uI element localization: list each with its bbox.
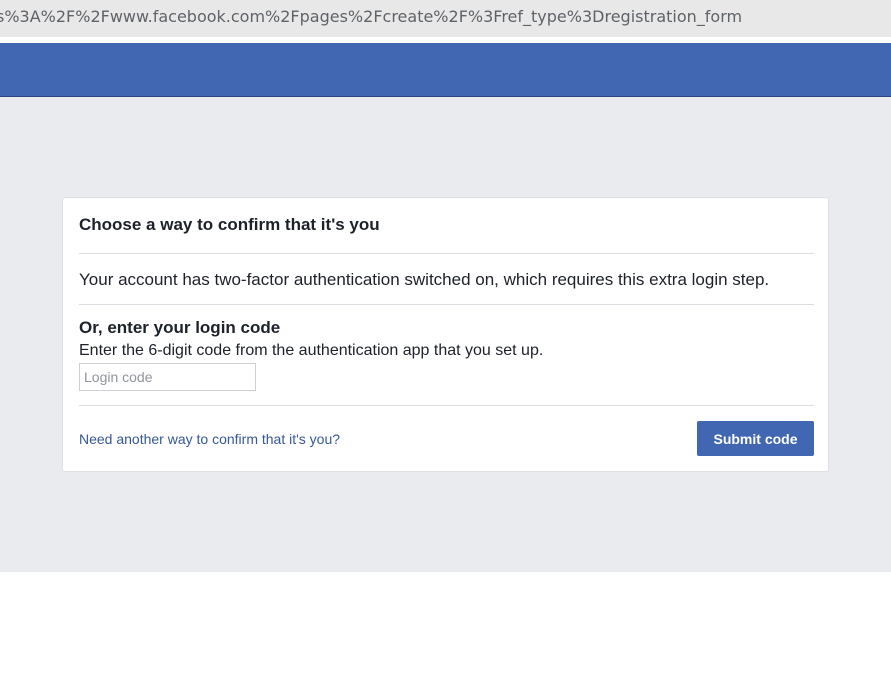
divider — [79, 304, 814, 305]
dialog-title: Choose a way to confirm that it's you — [79, 215, 380, 234]
two-factor-info-text: Your account has two-factor authenticati… — [79, 270, 770, 289]
browser-address-bar[interactable]: s%3A%2F%2Fwww.facebook.com%2Fpages%2Fcre… — [0, 0, 891, 37]
url-text: s%3A%2F%2Fwww.facebook.com%2Fpages%2Fcre… — [0, 7, 743, 26]
main-content: Choose a way to confirm that it's you Yo… — [0, 97, 891, 572]
submit-code-button[interactable]: Submit code — [697, 421, 814, 456]
two-factor-dialog: Choose a way to confirm that it's you Yo… — [62, 197, 829, 472]
divider — [79, 253, 814, 254]
another-way-link[interactable]: Need another way to confirm that it's yo… — [79, 431, 340, 447]
login-code-input[interactable] — [79, 363, 256, 391]
divider — [79, 405, 814, 406]
login-code-description: Enter the 6-digit code from the authenti… — [79, 342, 544, 359]
login-code-heading: Or, enter your login code — [79, 318, 281, 337]
facebook-top-bar — [0, 43, 891, 97]
